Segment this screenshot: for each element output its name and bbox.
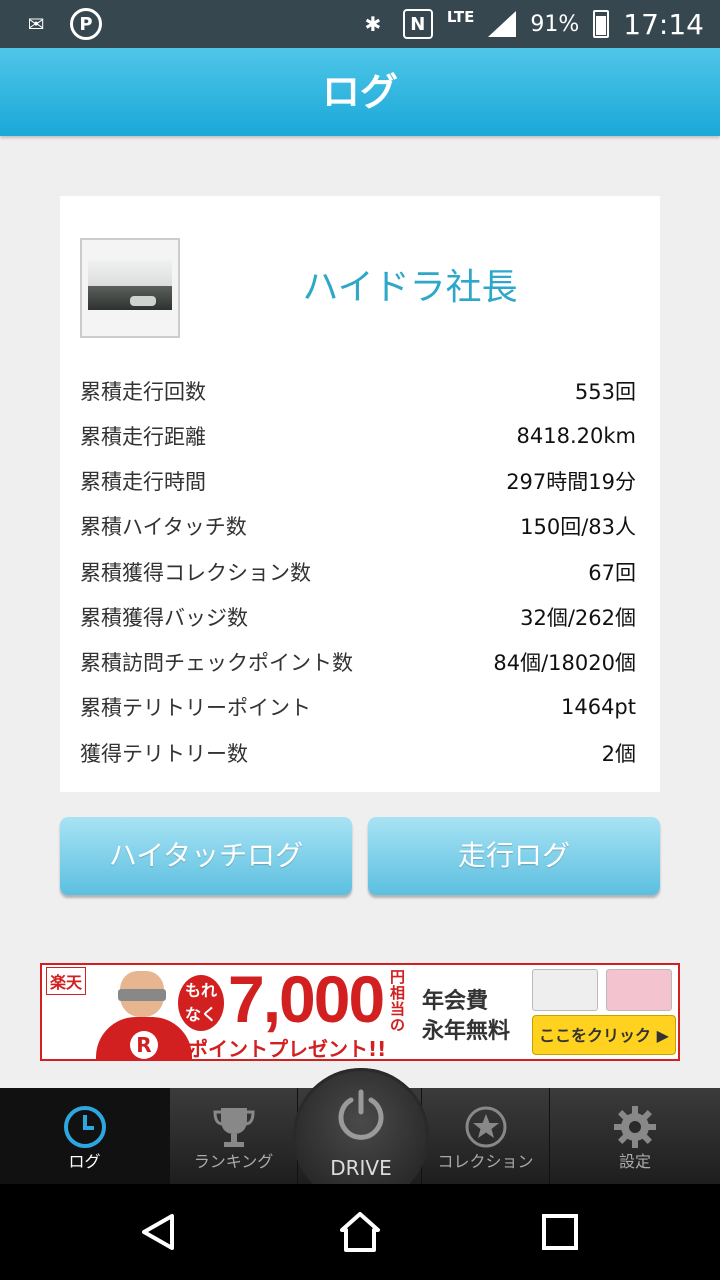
stat-row: 累積走行回数 553回 xyxy=(80,368,636,413)
stat-value: 297時間19分 xyxy=(506,470,636,495)
stat-label: 累積獲得バッジ数 xyxy=(80,605,248,630)
gear-icon xyxy=(614,1106,656,1148)
credit-card-images xyxy=(532,969,676,1013)
back-icon[interactable] xyxy=(138,1210,182,1254)
stat-value: 84個/18020個 xyxy=(493,651,636,676)
recent-apps-icon[interactable] xyxy=(538,1210,582,1254)
profile-card: ハイドラ社長 累積走行回数 553回 累積走行距離 8418.20km 累積走行… xyxy=(60,196,660,792)
stat-label: 累積走行距離 xyxy=(80,424,206,449)
stat-label: 累積走行回数 xyxy=(80,379,206,404)
stat-row: 累積ハイタッチ数 150回/83人 xyxy=(80,504,636,549)
stat-row: 累積訪問チェックポイント数 84個/18020個 xyxy=(80,640,636,685)
stat-label: 累積走行時間 xyxy=(80,470,206,495)
clock-icon xyxy=(63,1106,106,1148)
rakuten-logo: 楽天 xyxy=(46,967,87,995)
app-header: ログ xyxy=(0,48,720,136)
stats-list: 累積走行回数 553回 累積走行距離 8418.20km 累積走行時間 297時… xyxy=(80,368,636,775)
tab-ranking[interactable]: ランキング xyxy=(170,1088,298,1184)
system-nav-bar xyxy=(0,1184,720,1280)
tab-label: ログ xyxy=(68,1152,101,1171)
status-bar: ✉ P ✱ N LTE 91% 17:14 xyxy=(0,0,720,48)
nfc-icon: N xyxy=(402,9,433,39)
lte-indicator: LTE xyxy=(446,8,475,26)
stat-value: 150回/83人 xyxy=(520,515,636,540)
ad-badge: もれなく xyxy=(178,975,224,1031)
parking-icon: P xyxy=(70,8,102,40)
hitouch-log-button[interactable]: ハイタッチログ xyxy=(60,817,352,895)
stat-label: 累積テリトリーポイント xyxy=(80,696,311,721)
ad-cta-button[interactable]: ここをクリック ▶ xyxy=(532,1015,676,1055)
stat-value: 8418.20km xyxy=(516,423,636,448)
mascot-image: R xyxy=(86,971,196,1059)
stat-value: 32個/262個 xyxy=(520,605,636,630)
tab-label: 設定 xyxy=(618,1152,651,1171)
stat-row: 累積テリトリーポイント 1464pt xyxy=(80,685,636,730)
ad-fee-line2: 永年無料 xyxy=(422,1019,511,1044)
avatar[interactable] xyxy=(80,238,180,338)
stat-row: 累積獲得コレクション数 67回 xyxy=(80,549,636,594)
stat-row: 累積獲得バッジ数 32個/262個 xyxy=(80,594,636,639)
star-icon xyxy=(465,1106,506,1148)
bluetooth-icon: ✱ xyxy=(364,12,382,36)
tab-collection[interactable]: コレクション xyxy=(422,1088,550,1184)
tab-settings[interactable]: 設定 xyxy=(550,1088,720,1184)
ad-fee-text: 年会費 永年無料 xyxy=(422,987,510,1047)
stat-row: 累積走行距離 8418.20km xyxy=(80,413,636,458)
tab-log[interactable]: ログ xyxy=(0,1088,170,1184)
stat-label: 累積ハイタッチ数 xyxy=(80,515,247,540)
home-icon[interactable] xyxy=(338,1210,382,1254)
stat-value: 2個 xyxy=(601,741,636,766)
signal-icon xyxy=(488,11,517,37)
stat-value: 67回 xyxy=(588,560,636,585)
ad-yen: 円相当の xyxy=(390,968,406,1034)
trophy-icon xyxy=(212,1108,255,1147)
drive-label: DRIVE xyxy=(330,1156,392,1180)
stat-row: 獲得テリトリー数 2個 xyxy=(80,730,636,775)
drive-log-button[interactable]: 走行ログ xyxy=(368,817,660,895)
page-title: ログ xyxy=(321,70,398,114)
ad-present-text: ポイントプレゼント!! xyxy=(188,1037,387,1061)
tab-label: ランキング xyxy=(193,1152,274,1171)
yahoo-mail-icon: ✉ xyxy=(27,12,45,36)
stat-value: 1464pt xyxy=(560,695,636,720)
stat-value: 553回 xyxy=(574,379,636,404)
ad-banner[interactable]: 楽天 R もれなく 7,000 円相当の ポイントプレゼント!! 年会費 永年無… xyxy=(40,963,680,1061)
battery-percent: 91% xyxy=(530,11,580,37)
tab-label: コレクション xyxy=(437,1152,534,1171)
stat-label: 累積訪問チェックポイント数 xyxy=(80,651,353,676)
user-name: ハイドラ社長 xyxy=(302,267,518,308)
power-icon xyxy=(338,1089,384,1140)
stat-label: 累積獲得コレクション数 xyxy=(80,560,311,585)
ad-amount: 7,000 xyxy=(228,963,385,1036)
ad-fee-line1: 年会費 xyxy=(422,989,489,1014)
stat-label: 獲得テリトリー数 xyxy=(80,741,248,766)
battery-icon xyxy=(593,10,610,38)
stat-row: 累積走行時間 297時間19分 xyxy=(80,459,636,504)
clock-time: 17:14 xyxy=(623,7,704,41)
